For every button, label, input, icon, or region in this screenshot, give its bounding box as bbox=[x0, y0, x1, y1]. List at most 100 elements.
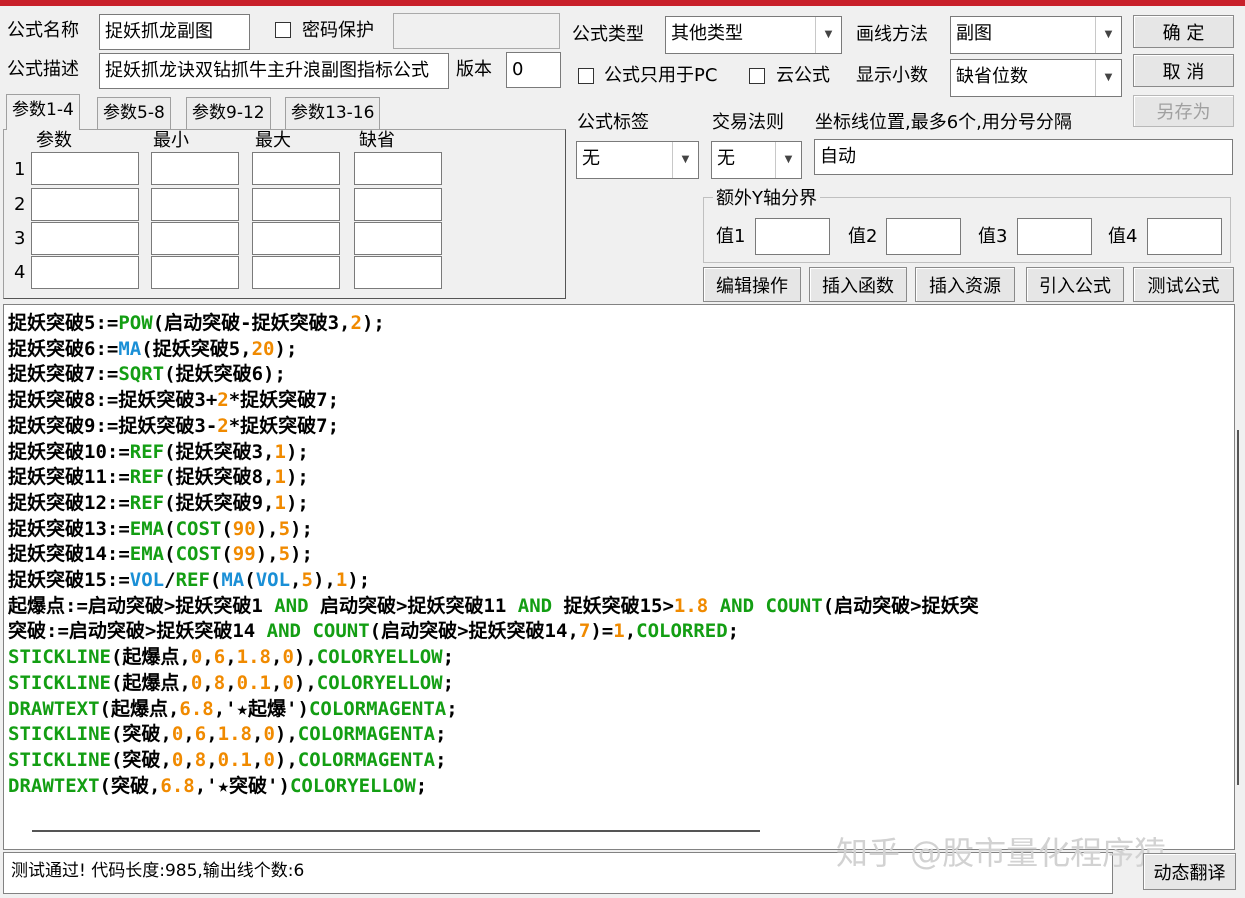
draw-method-select[interactable]: 副图 ▼ bbox=[950, 16, 1122, 54]
y-value-4-input[interactable] bbox=[1147, 218, 1222, 255]
tab-params-13-16[interactable]: 参数13-16 bbox=[285, 97, 381, 129]
tab-params-9-12[interactable]: 参数9-12 bbox=[186, 97, 271, 129]
param-1-max-input[interactable] bbox=[252, 152, 340, 185]
code-line: 捉妖突破6:=MA(捉妖突破5,20); bbox=[8, 337, 298, 360]
save-as-button[interactable]: 另存为 bbox=[1133, 95, 1234, 127]
horizontal-scrollbar[interactable] bbox=[32, 830, 760, 832]
param-1-default-input[interactable] bbox=[354, 152, 442, 185]
y-value-2-label: 值2 bbox=[848, 226, 878, 247]
param-header-max: 最大 bbox=[255, 130, 291, 151]
chevron-down-icon[interactable]: ▼ bbox=[815, 17, 841, 53]
decimals-label: 显示小数 bbox=[856, 65, 928, 86]
y-value-1-label: 值1 bbox=[716, 226, 746, 247]
chevron-down-icon[interactable]: ▼ bbox=[1095, 17, 1121, 53]
dynamic-translate-button[interactable]: 动态翻译 bbox=[1143, 853, 1236, 890]
cloud-checkbox[interactable] bbox=[749, 68, 765, 84]
y-value-2-input[interactable] bbox=[886, 218, 961, 255]
param-4-min-input[interactable] bbox=[151, 256, 239, 289]
param-2-max-input[interactable] bbox=[252, 188, 340, 221]
insert-resource-button[interactable]: 插入资源 bbox=[915, 267, 1015, 302]
param-1-name-input[interactable] bbox=[31, 152, 139, 185]
param-2-min-input[interactable] bbox=[151, 188, 239, 221]
chevron-down-icon[interactable]: ▼ bbox=[672, 142, 698, 178]
code-line: 突破:=启动突破>捉妖突破14 AND COUNT(启动突破>捉妖突破14,7)… bbox=[8, 620, 740, 643]
draw-method-value: 副图 bbox=[956, 23, 992, 44]
decimals-select[interactable]: 缺省位数 ▼ bbox=[950, 59, 1122, 97]
code-line: 捉妖突破12:=REF(捉妖突破9,1); bbox=[8, 491, 309, 514]
draw-method-label: 画线方法 bbox=[856, 24, 928, 45]
code-line: DRAWTEXT(起爆点,6.8,'★起爆')COLORMAGENTA; bbox=[8, 697, 458, 720]
password-label: 密码保护 bbox=[302, 20, 374, 41]
pc-only-label: 公式只用于PC bbox=[604, 65, 718, 86]
import-formula-button[interactable]: 引入公式 bbox=[1026, 267, 1124, 302]
param-3-max-input[interactable] bbox=[252, 222, 340, 255]
edit-operation-button[interactable]: 编辑操作 bbox=[703, 267, 801, 302]
code-line: 捉妖突破10:=REF(捉妖突破3,1); bbox=[8, 440, 309, 463]
code-line: 捉妖突破11:=REF(捉妖突破8,1); bbox=[8, 466, 309, 489]
formula-tag-value: 无 bbox=[582, 148, 600, 169]
param-header-min: 最小 bbox=[153, 130, 189, 151]
param-header-default: 缺省 bbox=[359, 130, 395, 151]
code-line: STICKLINE(突破,0,6,1.8,0),COLORMAGENTA; bbox=[8, 723, 447, 746]
code-line: 起爆点:=启动突破>捉妖突破1 AND 启动突破>捉妖突破11 AND 捉妖突破… bbox=[8, 594, 979, 617]
trade-rule-value: 无 bbox=[717, 148, 735, 169]
password-input[interactable] bbox=[393, 13, 560, 49]
param-2-default-input[interactable] bbox=[354, 188, 442, 221]
pc-only-checkbox[interactable] bbox=[578, 68, 594, 84]
code-line: STICKLINE(起爆点,0,8,0.1,0),COLORYELLOW; bbox=[8, 671, 455, 694]
code-line: 捉妖突破8:=捉妖突破3+2*捉妖突破7; bbox=[8, 389, 340, 412]
vertical-scrollbar[interactable] bbox=[1237, 430, 1239, 785]
ok-button[interactable]: 确 定 bbox=[1133, 15, 1234, 48]
y-value-3-label: 值3 bbox=[978, 226, 1008, 247]
formula-tag-select[interactable]: 无 ▼ bbox=[576, 141, 699, 179]
param-row-number: 3 bbox=[14, 228, 26, 249]
param-row-number: 1 bbox=[14, 159, 26, 180]
version-input[interactable]: 0 bbox=[506, 52, 561, 88]
trade-rule-label: 交易法则 bbox=[712, 112, 784, 133]
title-bar-strip bbox=[0, 0, 1245, 6]
formula-type-select[interactable]: 其他类型 ▼ bbox=[665, 16, 842, 54]
code-text[interactable]: 捉妖突破5:=POW(启动突破-捉妖突破3,2); 捉妖突破6:=MA(捉妖突破5… bbox=[8, 311, 979, 799]
y-value-3-input[interactable] bbox=[1017, 218, 1092, 255]
cancel-button[interactable]: 取 消 bbox=[1133, 54, 1234, 87]
code-line: DRAWTEXT(突破,6.8,'★突破')COLORYELLOW; bbox=[8, 774, 428, 797]
extra-y-axis-label: 额外Y轴分界 bbox=[713, 186, 820, 212]
tab-params-1-4[interactable]: 参数1-4 bbox=[6, 94, 80, 130]
param-row-number: 2 bbox=[14, 194, 26, 215]
code-editor[interactable]: 捉妖突破5:=POW(启动突破-捉妖突破3,2); 捉妖突破6:=MA(捉妖突破5… bbox=[3, 304, 1235, 850]
code-line: 捉妖突破7:=SQRT(捉妖突破6); bbox=[8, 363, 286, 386]
code-line: 捉妖突破14:=EMA(COST(99),5); bbox=[8, 543, 313, 566]
password-checkbox[interactable] bbox=[275, 22, 291, 38]
code-line: 捉妖突破15:=VOL/REF(MA(VOL,5),1); bbox=[8, 569, 371, 592]
chevron-down-icon[interactable]: ▼ bbox=[775, 142, 801, 178]
cloud-label: 云公式 bbox=[776, 65, 830, 86]
param-3-default-input[interactable] bbox=[354, 222, 442, 255]
version-label: 版本 bbox=[456, 59, 492, 80]
code-line: 捉妖突破5:=POW(启动突破-捉妖突破3,2); bbox=[8, 312, 385, 334]
formula-name-input[interactable]: 捉妖抓龙副图 bbox=[99, 14, 250, 50]
code-line: 捉妖突破9:=捉妖突破3-2*捉妖突破7; bbox=[8, 414, 340, 437]
watermark: 知乎 @股市量化程序猿 bbox=[836, 834, 1167, 872]
formula-type-value: 其他类型 bbox=[671, 23, 743, 44]
param-3-name-input[interactable] bbox=[31, 222, 139, 255]
code-line: 捉妖突破13:=EMA(COST(90),5); bbox=[8, 517, 313, 540]
trade-rule-select[interactable]: 无 ▼ bbox=[711, 141, 802, 179]
coord-line-label: 坐标线位置,最多6个,用分号分隔 bbox=[815, 112, 1072, 133]
param-4-default-input[interactable] bbox=[354, 256, 442, 289]
param-2-name-input[interactable] bbox=[31, 188, 139, 221]
code-line: STICKLINE(突破,0,8,0.1,0),COLORMAGENTA; bbox=[8, 748, 447, 771]
formula-type-label: 公式类型 bbox=[572, 24, 644, 45]
decimals-value: 缺省位数 bbox=[956, 66, 1028, 87]
chevron-down-icon[interactable]: ▼ bbox=[1095, 60, 1121, 96]
formula-name-label: 公式名称 bbox=[7, 20, 79, 41]
param-3-min-input[interactable] bbox=[151, 222, 239, 255]
formula-desc-input[interactable]: 捉妖抓龙诀双钻抓牛主升浪副图指标公式 bbox=[99, 53, 449, 89]
test-formula-button[interactable]: 测试公式 bbox=[1133, 267, 1234, 302]
param-4-name-input[interactable] bbox=[31, 256, 139, 289]
coord-line-input[interactable]: 自动 bbox=[814, 139, 1233, 175]
tab-params-5-8[interactable]: 参数5-8 bbox=[97, 97, 171, 129]
insert-function-button[interactable]: 插入函数 bbox=[809, 267, 907, 302]
param-4-max-input[interactable] bbox=[252, 256, 340, 289]
param-1-min-input[interactable] bbox=[151, 152, 239, 185]
y-value-1-input[interactable] bbox=[755, 218, 830, 255]
